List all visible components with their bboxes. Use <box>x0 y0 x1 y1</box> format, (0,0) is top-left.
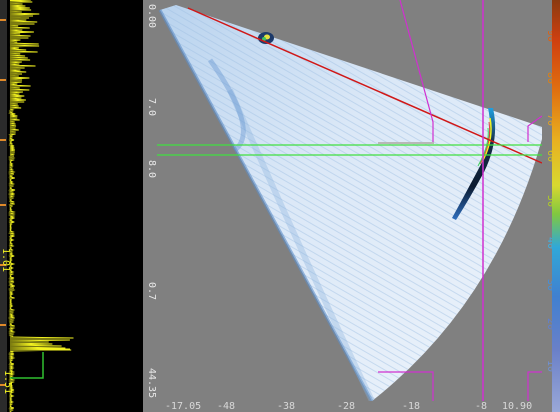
axis-tick-1: -48 <box>217 401 236 412</box>
axis-tick-5: -8 <box>475 401 488 412</box>
axis-tick-2: -38 <box>277 401 296 412</box>
sector-scan-view[interactable] <box>0 0 560 412</box>
ultrasonic-scan-viewer: 1.01 1.51 0.00 7.0 8.0 0.7 44.35 90 80 7… <box>0 0 560 412</box>
axis-tick-3: -28 <box>337 401 356 412</box>
color-scale-bar <box>552 0 560 412</box>
axis-left-value: -17.05 <box>165 401 202 412</box>
axis-right-value: 10.90 <box>502 401 533 412</box>
gate-marker-lower-right <box>527 371 542 401</box>
axis-tick-4: -18 <box>402 401 421 412</box>
horizontal-axis: -17.05 -48 -38 -28 -18 -8 10.90 <box>157 401 542 412</box>
